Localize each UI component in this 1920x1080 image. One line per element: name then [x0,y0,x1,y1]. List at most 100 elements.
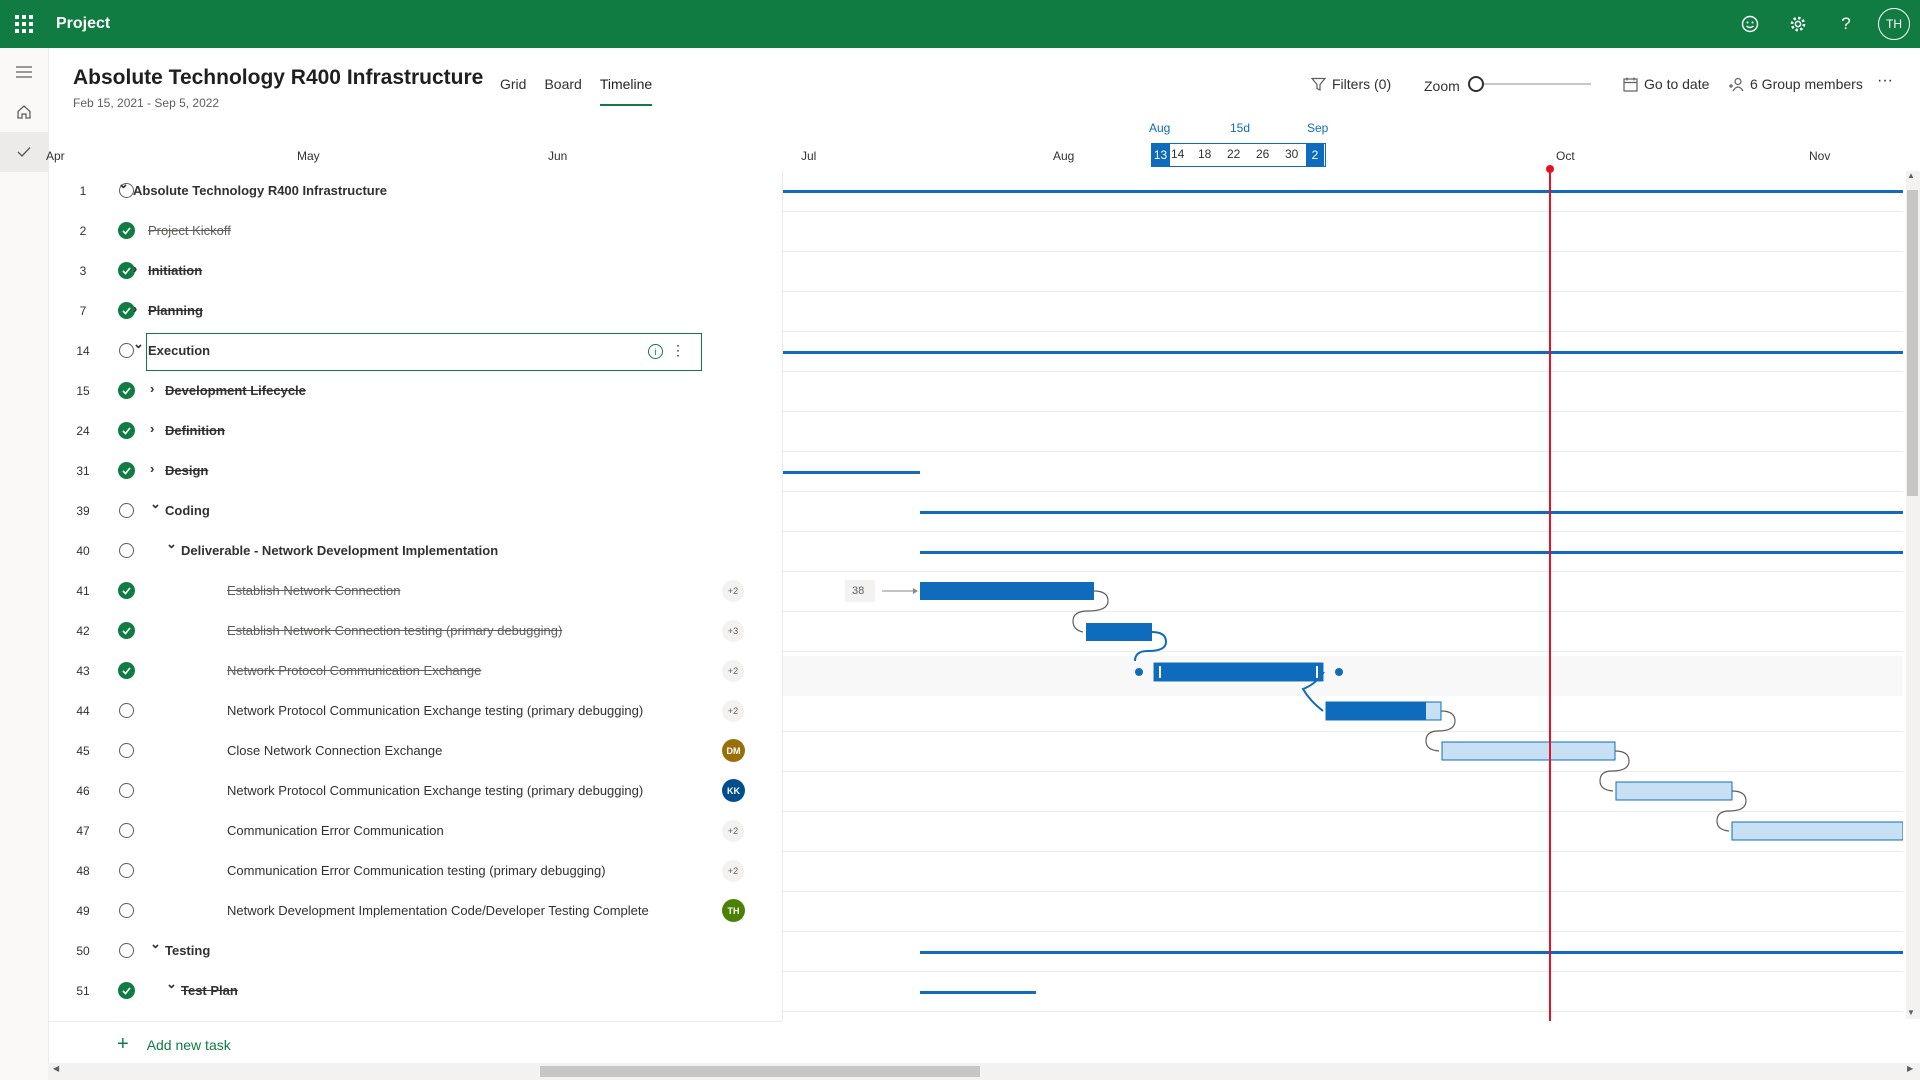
completed-check-icon[interactable] [118,382,135,399]
task-name[interactable]: Establish Network Connection testing (pr… [227,623,562,638]
task-name[interactable]: Network Development Implementation Code/… [227,903,649,918]
task-row[interactable]: 39 ⌄ Coding [48,491,782,531]
task-name[interactable]: Definition [165,423,225,438]
feedback-button[interactable] [1726,0,1774,48]
home-button[interactable] [0,92,48,132]
task-name[interactable]: Network Protocol Communication Exchange [227,663,481,678]
assignee-count-badge[interactable]: +2 [722,660,744,682]
task-name[interactable]: Test Plan [181,983,238,998]
task-row[interactable]: 46 Network Protocol Communication Exchang… [48,771,782,811]
task-row[interactable]: 2 Project Kickoff [48,211,782,251]
task-row[interactable]: 43 Network Protocol Communication Exchang… [48,651,782,691]
task-row[interactable]: 41 Establish Network Connection +2 [48,571,782,611]
assignee-avatar[interactable]: KK [722,779,745,802]
scroll-up-icon[interactable]: ▲ [1907,171,1915,180]
tab-grid[interactable]: Grid [491,76,535,106]
assignee-count-badge[interactable]: +2 [722,860,744,882]
task-row[interactable]: 47 Communication Error Communication +2 [48,811,782,851]
completed-check-icon[interactable] [118,222,135,239]
app-launcher-button[interactable] [0,0,48,48]
complete-task-checkbox[interactable] [119,863,134,878]
task-name[interactable]: Development Lifecycle [165,383,306,398]
settings-button[interactable] [1774,0,1822,48]
chevron-right-icon[interactable]: › [150,461,154,476]
completed-check-icon[interactable] [118,982,135,999]
assignee-avatar[interactable]: TH [722,899,745,922]
task-name[interactable]: Deliverable - Network Development Implem… [181,543,498,558]
app-name[interactable]: Project [56,15,110,33]
task-row[interactable]: 48 Communication Error Communication test… [48,851,782,891]
chevron-down-icon[interactable]: ⌄ [150,496,161,512]
filters-button[interactable]: Filters (0) [1311,76,1391,92]
task-row[interactable]: 42 Establish Network Connection testing (… [48,611,782,651]
chevron-right-icon[interactable]: › [150,421,154,436]
task-name[interactable]: Testing [165,943,210,958]
task-name[interactable]: Close Network Connection Exchange [227,743,442,758]
completed-check-icon[interactable] [118,462,135,479]
task-row[interactable]: 49 Network Development Implementation Cod… [48,891,782,931]
vertical-scrollbar-thumb[interactable] [1907,190,1918,496]
my-tasks-button[interactable] [0,132,48,172]
complete-task-checkbox[interactable] [119,543,134,558]
task-row[interactable]: 15 › Development Lifecycle [48,371,782,411]
add-new-task-button[interactable]: + Add new task [117,1033,231,1056]
menu-button[interactable] [0,52,48,92]
tab-timeline[interactable]: Timeline [591,76,661,106]
horizontal-scrollbar-thumb[interactable] [540,1066,980,1077]
task-name[interactable]: Establish Network Connection [227,583,400,598]
assignee-count-badge[interactable]: +2 [722,820,744,842]
chevron-down-icon[interactable]: ⌄ [150,936,161,952]
completed-check-icon[interactable] [118,422,135,439]
task-name[interactable]: Absolute Technology R400 Infrastructure [133,183,387,198]
chevron-down-icon[interactable]: ⌄ [166,536,177,552]
complete-task-checkbox[interactable] [119,783,134,798]
chevron-down-icon[interactable]: ⌄ [118,176,129,192]
task-row[interactable]: 7 › Planning [48,291,782,331]
task-row[interactable]: 24 › Definition [48,411,782,451]
scroll-left-icon[interactable]: ◀ [53,1064,59,1073]
chevron-down-icon[interactable]: ⌄ [133,336,144,352]
task-name[interactable]: Network Protocol Communication Exchange … [227,783,643,798]
horizontal-scrollbar[interactable] [48,1063,1920,1080]
task-row[interactable]: 51 ⌄ Test Plan [48,971,782,1011]
complete-task-checkbox[interactable] [119,703,134,718]
chevron-right-icon[interactable]: › [133,301,137,316]
go-to-date-button[interactable]: Go to date [1623,76,1709,92]
task-name[interactable]: Communication Error Communication [227,823,444,838]
group-members-button[interactable]: 6 Group members [1728,76,1863,92]
selection-end-handle[interactable]: 2 [1306,143,1324,167]
completed-check-icon[interactable] [118,582,135,599]
complete-task-checkbox[interactable] [119,943,134,958]
completed-check-icon[interactable] [118,662,135,679]
assignee-count-badge[interactable]: +3 [722,620,744,642]
user-avatar[interactable]: TH [1878,8,1910,40]
task-name[interactable]: Coding [165,503,210,518]
complete-task-checkbox[interactable] [119,343,134,358]
task-name[interactable]: Initiation [148,263,202,278]
tab-board[interactable]: Board [535,76,590,106]
task-name[interactable]: Network Protocol Communication Exchange … [227,703,643,718]
scroll-right-icon[interactable]: ▶ [1907,1064,1913,1073]
assignee-count-badge[interactable]: +2 [722,700,744,722]
task-name[interactable]: Communication Error Communication testin… [227,863,606,878]
task-row[interactable]: 31 › Design [48,451,782,491]
completed-check-icon[interactable] [118,622,135,639]
task-row[interactable]: 3 › Initiation [48,251,782,291]
chevron-down-icon[interactable]: ⌄ [166,976,177,992]
task-name[interactable]: Execution [148,343,210,358]
chevron-right-icon[interactable]: › [133,261,137,276]
task-row[interactable]: 14 ⌄ Execution [48,331,782,371]
zoom-slider-thumb[interactable] [1468,76,1484,92]
task-name[interactable]: Project Kickoff [148,223,231,238]
task-name[interactable]: Planning [148,303,203,318]
chevron-right-icon[interactable]: › [150,381,154,396]
task-name[interactable]: Design [165,463,208,478]
complete-task-checkbox[interactable] [119,503,134,518]
selection-start-handle[interactable]: 13 [1151,143,1170,167]
complete-task-checkbox[interactable] [119,743,134,758]
zoom-slider-track[interactable] [1474,83,1591,85]
more-options-button[interactable]: ··· [1877,72,1893,90]
task-row[interactable]: 50 ⌄ Testing [48,931,782,971]
assignee-avatar[interactable]: DM [722,739,745,762]
task-row[interactable]: 44 Network Protocol Communication Exchang… [48,691,782,731]
